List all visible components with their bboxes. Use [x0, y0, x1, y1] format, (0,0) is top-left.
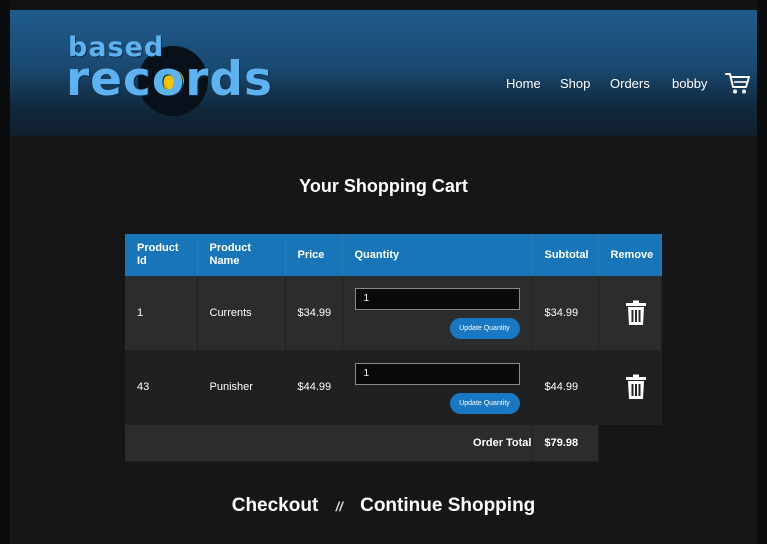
- header-price: Price: [285, 234, 343, 276]
- update-quantity-button[interactable]: Update Quantity: [449, 392, 520, 414]
- cell-product-id: 1: [125, 276, 198, 351]
- frame-left: [0, 0, 10, 544]
- header-product-name: Product Name: [197, 234, 286, 276]
- header-remove: Remove: [598, 234, 662, 276]
- header-quantity: Quantity: [342, 234, 533, 276]
- site-header: based records Home Shop Orders bobby: [10, 10, 757, 136]
- cell-quantity: 1 Update Quantity: [342, 276, 533, 351]
- top-strip: [0, 0, 767, 10]
- order-total-label: Order Total: [125, 424, 533, 462]
- nav-orders[interactable]: Orders: [610, 76, 650, 91]
- empty-cell: [598, 424, 661, 461]
- cell-price: $34.99: [285, 276, 343, 351]
- link-separator: //: [335, 499, 343, 514]
- frame-right: [757, 0, 767, 544]
- cell-quantity: 1 Update Quantity: [342, 350, 533, 425]
- logo-text-records: records: [66, 52, 274, 107]
- page-title: Your Shopping Cart: [299, 176, 468, 196]
- table-row: 1 Currents $34.99 1 Update Quantity $34.…: [125, 276, 662, 351]
- cell-subtotal: $34.99: [532, 276, 599, 351]
- cell-product-name: Punisher: [197, 350, 286, 425]
- cell-product-name: Currents: [197, 276, 286, 351]
- bottom-links: Checkout // Continue Shopping: [0, 495, 767, 517]
- trash-icon[interactable]: [625, 374, 647, 400]
- cell-remove: [598, 276, 662, 351]
- cart-icon[interactable]: [725, 71, 751, 95]
- quantity-input[interactable]: 1: [354, 362, 520, 385]
- cell-remove: [598, 350, 662, 425]
- order-total-value: $79.98: [532, 424, 599, 462]
- total-row: Order Total $79.98: [125, 424, 661, 462]
- cell-product-id: 43: [125, 350, 198, 425]
- table-row: 43 Punisher $44.99 1 Update Quantity $44…: [125, 350, 662, 425]
- cell-price: $44.99: [285, 350, 343, 425]
- continue-shopping-link[interactable]: Continue Shopping: [360, 495, 535, 516]
- brand-logo[interactable]: based records: [66, 32, 282, 116]
- checkout-link[interactable]: Checkout: [232, 495, 319, 516]
- nav-user[interactable]: bobby: [672, 76, 707, 91]
- cart-table: Product Id Product Name Price Quantity S…: [125, 234, 662, 462]
- header-subtotal: Subtotal: [532, 234, 599, 276]
- nav-shop[interactable]: Shop: [560, 76, 590, 91]
- nav-home[interactable]: Home: [506, 76, 541, 91]
- update-quantity-button[interactable]: Update Quantity: [449, 318, 520, 339]
- table-header-row: Product Id Product Name Price Quantity S…: [125, 234, 662, 276]
- quantity-input[interactable]: 1: [354, 288, 520, 310]
- header-product-id: Product Id: [125, 234, 198, 276]
- trash-icon[interactable]: [625, 300, 647, 326]
- cell-subtotal: $44.99: [532, 350, 599, 425]
